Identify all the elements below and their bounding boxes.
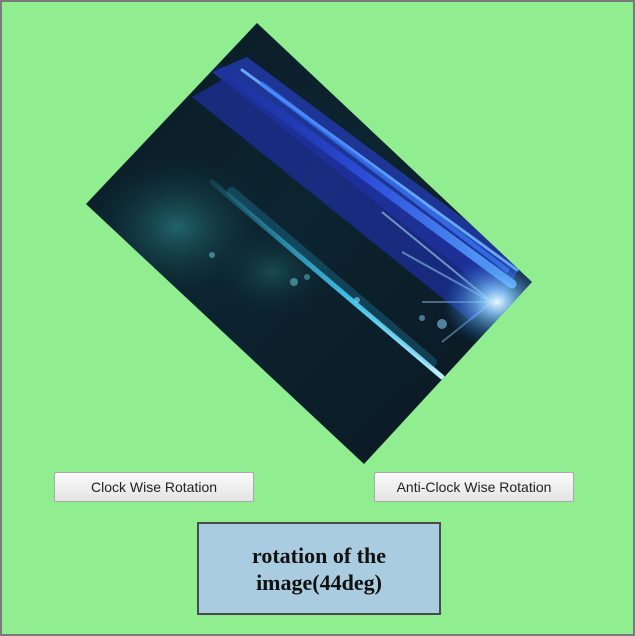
rotation-status-box: rotation of the image(44deg) xyxy=(197,522,441,615)
image-area xyxy=(2,2,633,482)
app-frame: Clock Wise Rotation Anti-Clock Wise Rota… xyxy=(0,0,635,636)
rotation-status-text: rotation of the image(44deg) xyxy=(251,542,387,595)
clockwise-rotation-button[interactable]: Clock Wise Rotation xyxy=(54,472,254,502)
anticlockwise-rotation-button[interactable]: Anti-Clock Wise Rotation xyxy=(374,472,574,502)
rotated-image xyxy=(86,23,532,464)
